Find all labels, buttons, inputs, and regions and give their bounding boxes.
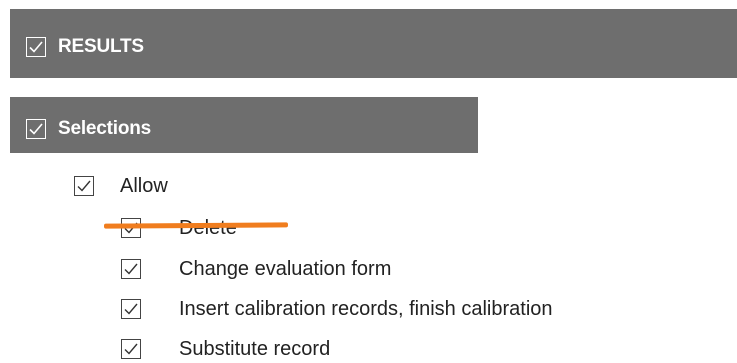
checkmark-icon	[124, 343, 138, 355]
change-evaluation-form-option[interactable]: Change evaluation form	[121, 256, 391, 282]
results-label: RESULTS	[58, 35, 144, 57]
change-evaluation-form-label: Change evaluation form	[179, 257, 392, 280]
allow-label: Allow	[120, 174, 168, 197]
results-checkbox[interactable]	[26, 36, 46, 57]
checkmark-icon	[124, 263, 138, 275]
allow-option[interactable]: Allow	[74, 173, 168, 199]
results-header: RESULTS	[10, 9, 737, 78]
selections-label: Selections	[58, 118, 152, 139]
checkmark-icon	[124, 303, 138, 315]
checkmark-icon	[29, 40, 43, 53]
insert-calibration-records-checkbox[interactable]	[121, 299, 141, 319]
insert-calibration-records-label: Insert calibration records, finish calib…	[179, 297, 553, 320]
selections-header: Selections	[10, 97, 478, 153]
change-evaluation-form-checkbox[interactable]	[121, 259, 141, 279]
substitute-record-label: Substitute record	[179, 337, 331, 360]
selections-checkbox[interactable]	[26, 119, 46, 139]
strikethrough-annotation	[103, 222, 289, 229]
checkmark-icon	[29, 123, 43, 135]
substitute-record-checkbox[interactable]	[121, 339, 141, 359]
insert-calibration-records-option[interactable]: Insert calibration records, finish calib…	[121, 296, 553, 322]
substitute-record-option[interactable]: Substitute record	[121, 336, 330, 362]
allow-checkbox[interactable]	[74, 176, 94, 196]
checkmark-icon	[77, 180, 91, 192]
